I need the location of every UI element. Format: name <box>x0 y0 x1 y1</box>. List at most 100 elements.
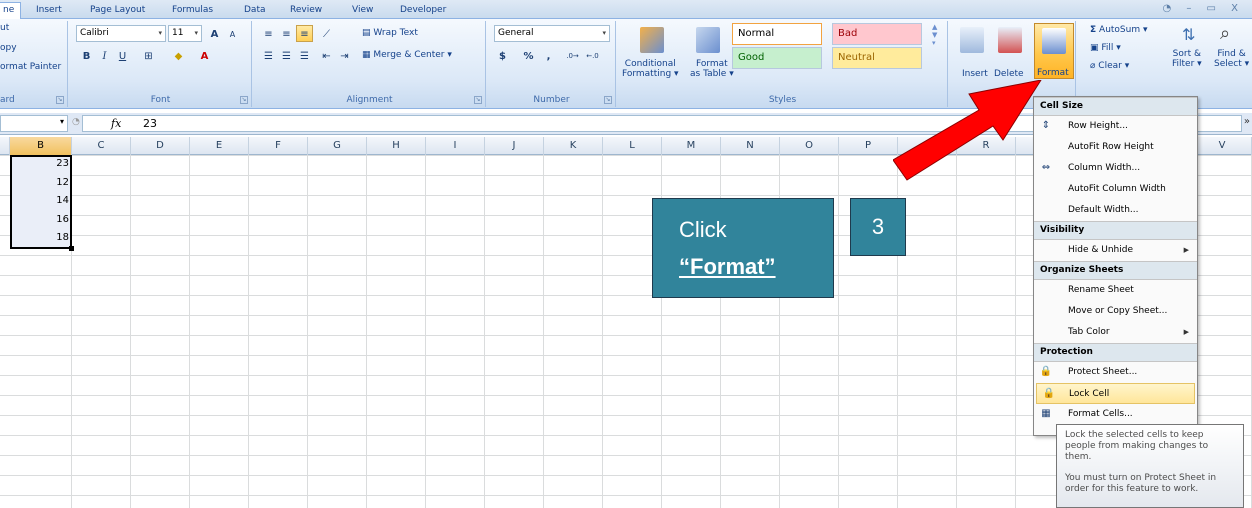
select-all-corner[interactable] <box>0 137 10 155</box>
column-header-j[interactable]: J <box>485 137 544 155</box>
shrink-font-button[interactable]: A <box>224 25 241 42</box>
alignment-group: ≡ ≡ ≡ ⟋ ☰ ☰ ☰ ⇤ ⇥ ▤ Wrap Text ▦ Merge & … <box>254 21 486 107</box>
menu-item-format-cells[interactable]: ▦ Format Cells... <box>1034 404 1197 425</box>
menu-item-tab-color[interactable]: Tab Color ▶ <box>1034 322 1197 343</box>
number-group: General ▾ $ % , .0→ ←.0 Number ↘ <box>488 21 616 107</box>
merge-center-button[interactable]: ▦ Merge & Center ▾ <box>362 50 452 60</box>
tab-page-layout[interactable]: Page Layout <box>90 3 145 19</box>
style-good[interactable]: Good <box>732 47 822 69</box>
font-name-select[interactable]: Calibri ▾ <box>76 25 166 42</box>
menu-item-label: Format Cells... <box>1068 409 1133 419</box>
clipboard-launcher-icon[interactable]: ↘ <box>56 96 64 104</box>
menu-item-column-width[interactable]: ⇔ Column Width... <box>1034 158 1197 179</box>
column-header-d[interactable]: D <box>131 137 190 155</box>
column-header-e[interactable]: E <box>190 137 249 155</box>
fill-handle[interactable] <box>69 246 74 251</box>
align-center-icon[interactable]: ☰ <box>278 47 295 64</box>
clear-button[interactable]: ⌀ Clear ▾ <box>1090 61 1129 71</box>
style-neutral[interactable]: Neutral <box>832 47 922 69</box>
font-group-label: Font <box>150 95 171 105</box>
menu-item-row-height[interactable]: ⇕ Row Height... <box>1034 116 1197 137</box>
grow-font-button[interactable]: A <box>206 25 223 42</box>
borders-icon[interactable]: ⊞ <box>140 47 157 64</box>
orientation-icon[interactable]: ⟋ <box>318 25 335 42</box>
column-header-h[interactable]: H <box>367 137 426 155</box>
expand-formula-bar-icon[interactable]: » <box>1244 116 1250 127</box>
column-header-k[interactable]: K <box>544 137 603 155</box>
wrap-text-button[interactable]: ▤ Wrap Text <box>362 28 418 38</box>
conditional-formatting-button[interactable]: Conditional Formatting ▾ <box>622 59 679 79</box>
tab-review[interactable]: Review <box>290 3 322 19</box>
increase-indent-icon[interactable]: ⇥ <box>336 47 353 64</box>
column-header-n[interactable]: N <box>721 137 780 155</box>
tab-home[interactable]: ne <box>0 2 22 19</box>
ribbon-tab-bar: ne Insert Page Layout Formulas Data Revi… <box>0 0 1252 19</box>
decrease-indent-icon[interactable]: ⇤ <box>318 47 335 64</box>
column-header-c[interactable]: C <box>72 137 131 155</box>
formula-value: 23 <box>143 117 157 130</box>
style-bad[interactable]: Bad <box>832 23 922 45</box>
column-header-l[interactable]: L <box>603 137 662 155</box>
menu-item-label: Column Width... <box>1068 163 1141 173</box>
font-launcher-icon[interactable]: ↘ <box>240 96 248 104</box>
delete-button[interactable]: Delete <box>994 69 1024 79</box>
fill-color-icon[interactable]: ◆ <box>170 47 187 64</box>
menu-item-lock-cell[interactable]: 🔒 Lock Cell <box>1036 383 1195 404</box>
column-header-b[interactable]: B <box>10 137 72 155</box>
font-size-select[interactable]: 11 ▾ <box>168 25 202 42</box>
menu-item-move-or-copy-sheet[interactable]: Move or Copy Sheet... <box>1034 301 1197 322</box>
align-top-icon[interactable]: ≡ <box>260 25 277 42</box>
column-header-v[interactable]: V <box>1193 137 1252 155</box>
comma-button[interactable]: , <box>540 47 557 64</box>
align-bottom-icon[interactable]: ≡ <box>296 25 313 42</box>
underline-button[interactable]: U <box>114 47 131 64</box>
currency-button[interactable]: $ <box>494 47 511 64</box>
format-button[interactable]: Format <box>1034 23 1074 79</box>
menu-item-autofit-row-height[interactable]: AutoFit Row Height <box>1034 137 1197 158</box>
align-middle-icon[interactable]: ≡ <box>278 25 295 42</box>
style-normal[interactable]: Normal <box>732 23 822 45</box>
cut-button[interactable]: ut <box>0 23 9 33</box>
align-right-icon[interactable]: ☰ <box>296 47 313 64</box>
column-header-p[interactable]: P <box>839 137 898 155</box>
italic-button[interactable]: I <box>96 47 113 64</box>
insert-button[interactable]: Insert <box>962 69 988 79</box>
fill-button[interactable]: ▣ Fill ▾ <box>1090 43 1121 53</box>
menu-item-hide-unhide[interactable]: Hide & Unhide ▶ <box>1034 240 1197 261</box>
font-color-icon[interactable]: A <box>196 47 213 64</box>
find-select-button[interactable]: Find & Select ▾ <box>1214 49 1249 69</box>
bold-button[interactable]: B <box>78 47 95 64</box>
sort-filter-button[interactable]: Sort & Filter ▾ <box>1172 49 1202 69</box>
menu-item-label: Move or Copy Sheet... <box>1068 306 1168 316</box>
number-launcher-icon[interactable]: ↘ <box>604 96 612 104</box>
copy-button[interactable]: opy <box>0 43 17 53</box>
column-header-m[interactable]: M <box>662 137 721 155</box>
align-left-icon[interactable]: ☰ <box>260 47 277 64</box>
menu-item-rename-sheet[interactable]: Rename Sheet <box>1034 280 1197 301</box>
tab-formulas[interactable]: Formulas <box>172 3 213 19</box>
column-header-g[interactable]: G <box>308 137 367 155</box>
autosum-button[interactable]: Σ AutoSum ▾ <box>1090 25 1148 35</box>
menu-item-protect-sheet[interactable]: 🔒 Protect Sheet... <box>1034 362 1197 383</box>
format-as-table-button[interactable]: Format as Table ▾ <box>690 59 734 79</box>
window-controls[interactable]: ◔ – ▭ X <box>1162 3 1244 14</box>
column-header-o[interactable]: O <box>780 137 839 155</box>
menu-item-default-width[interactable]: Default Width... <box>1034 200 1197 221</box>
format-icon <box>1042 28 1066 54</box>
menu-item-autofit-column-width[interactable]: AutoFit Column Width <box>1034 179 1197 200</box>
format-painter-button[interactable]: ormat Painter <box>0 62 61 72</box>
tab-view[interactable]: View <box>352 3 373 19</box>
percent-button[interactable]: % <box>520 47 537 64</box>
increase-decimal-icon[interactable]: .0→ <box>564 47 581 64</box>
alignment-launcher-icon[interactable]: ↘ <box>474 96 482 104</box>
column-header-f[interactable]: F <box>249 137 308 155</box>
tab-insert[interactable]: Insert <box>36 3 62 19</box>
column-gridline <box>838 155 839 508</box>
decrease-decimal-icon[interactable]: ←.0 <box>584 47 601 64</box>
styles-scroll-icon[interactable]: ▲ ▼ ▾ <box>932 23 937 47</box>
tab-data[interactable]: Data <box>244 3 266 19</box>
tab-developer[interactable]: Developer <box>400 3 446 19</box>
number-format-select[interactable]: General ▾ <box>494 25 610 42</box>
column-header-i[interactable]: I <box>426 137 485 155</box>
name-box[interactable]: ▾ <box>0 115 68 132</box>
